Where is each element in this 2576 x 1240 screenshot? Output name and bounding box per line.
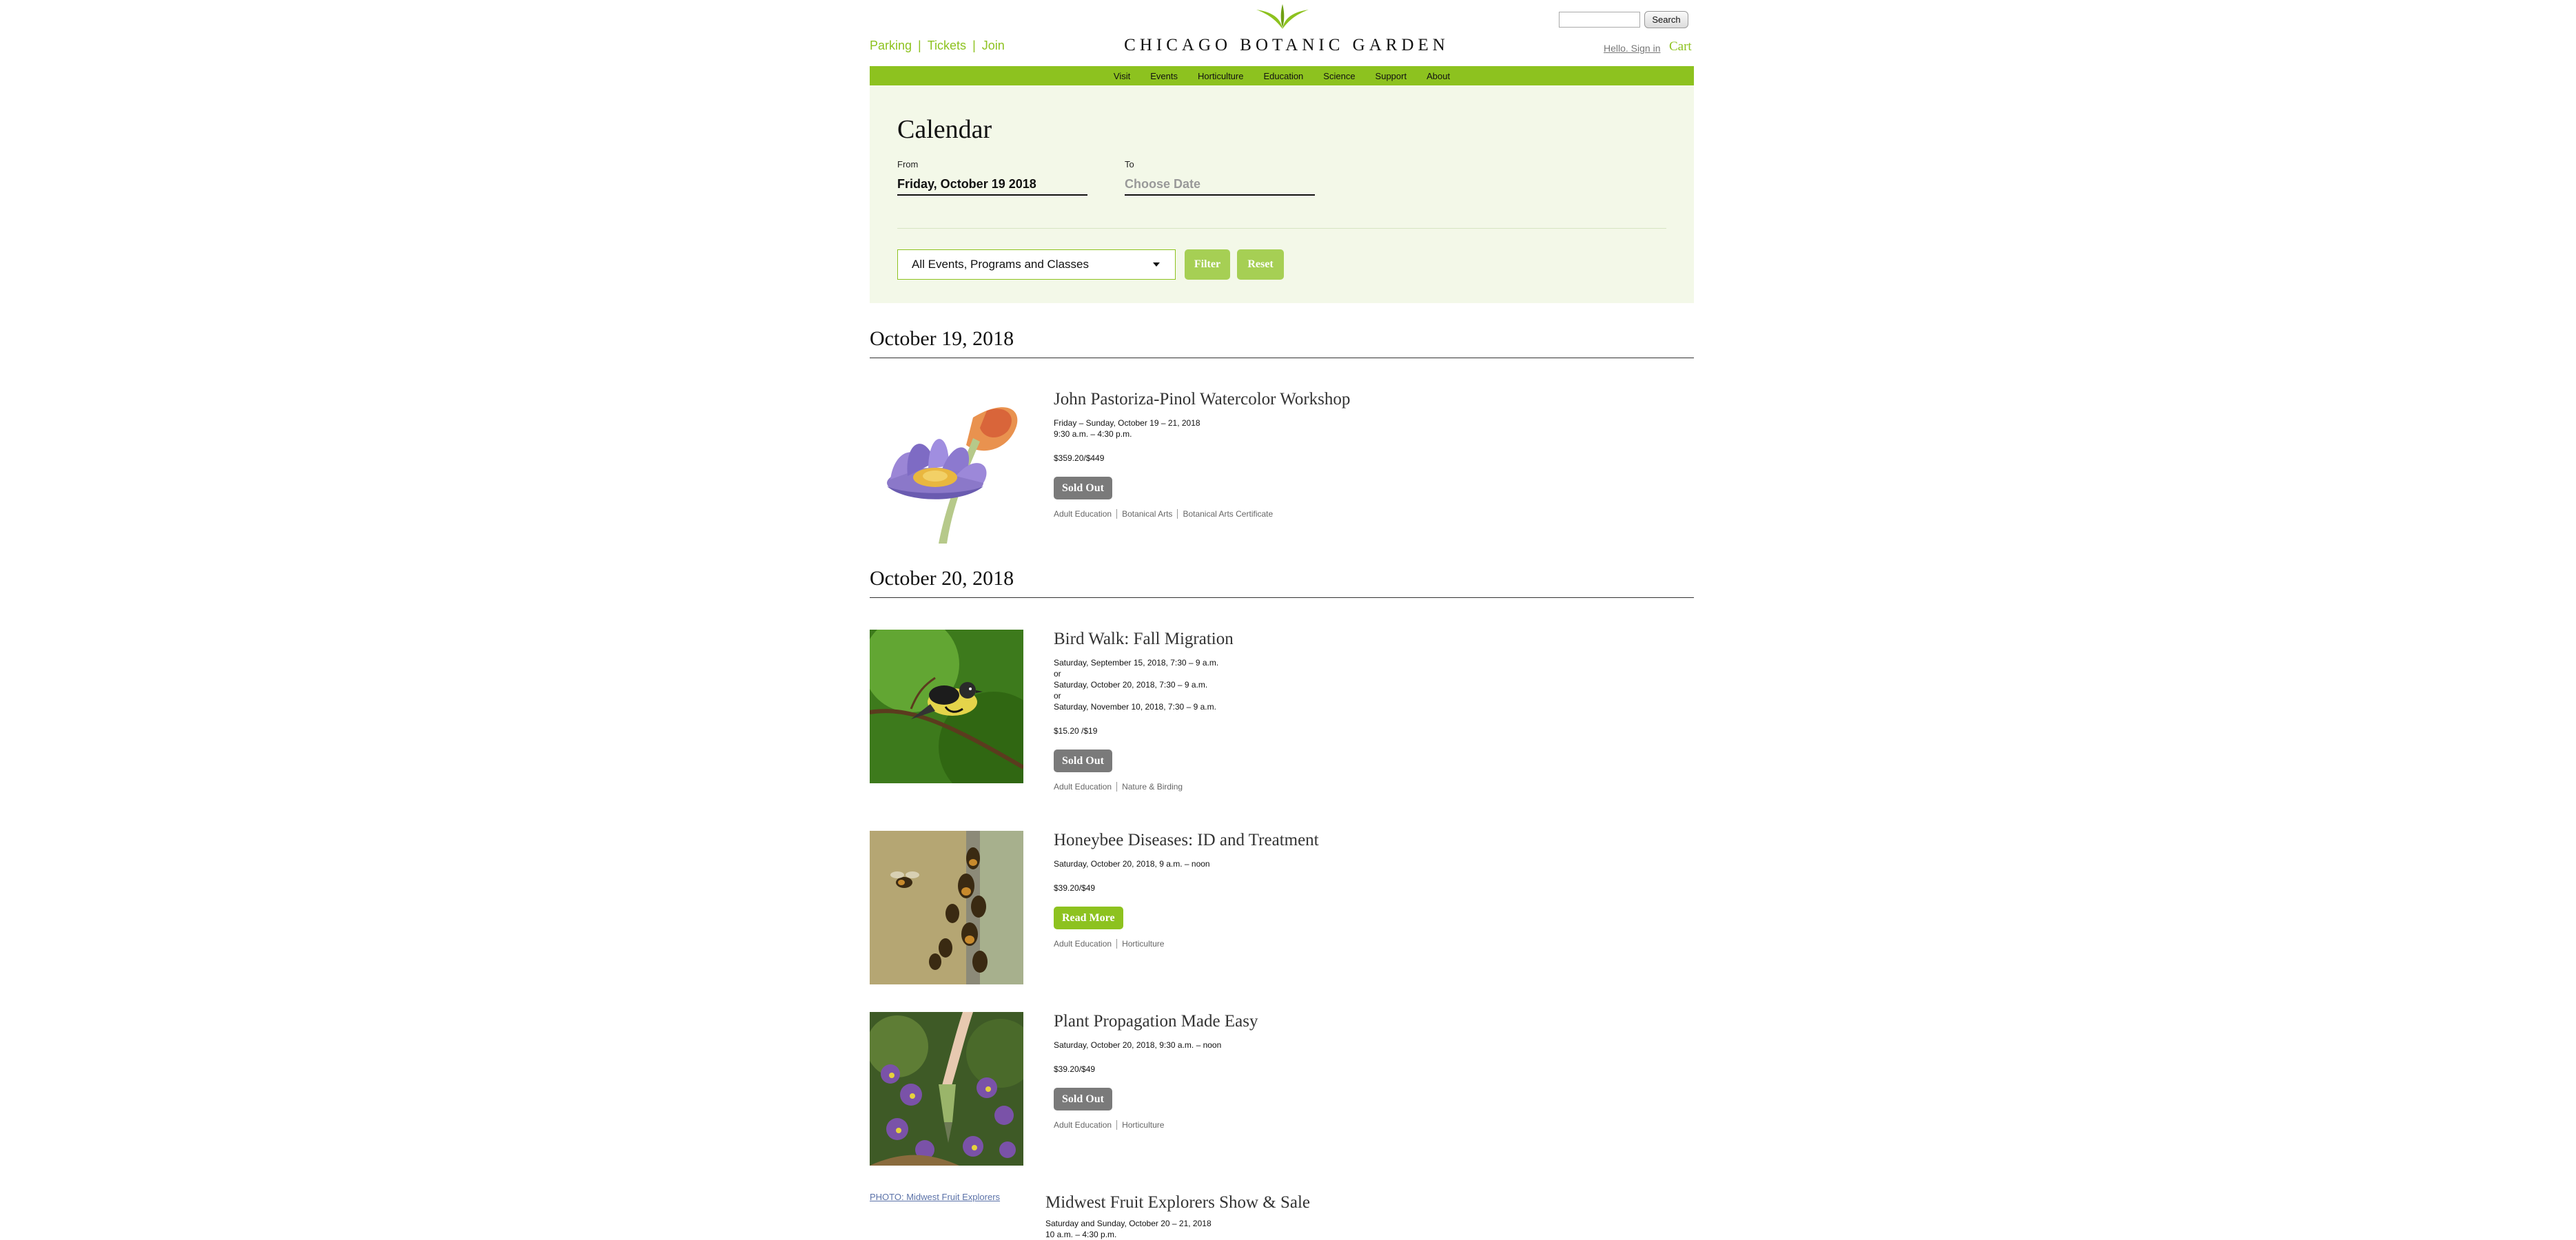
event-date-line: or [1054,669,1061,679]
event-tags: Adult Education Horticulture [1054,1120,1674,1130]
event-type-select[interactable]: All Events, Programs and Classes [897,249,1176,280]
nav-item-support[interactable]: Support [1376,71,1407,81]
event-tag[interactable]: Adult Education [1054,939,1116,949]
event-tags: Adult Education Horticulture [1054,939,1674,949]
divider [897,228,1666,229]
event-image-plant-propagation[interactable] [870,1012,1023,1166]
separator: | [972,39,976,52]
event-tags: Adult Education Botanical Arts Botanical A… [1054,509,1674,519]
event-date-line: Saturday, October 20, 2018, 9:30 a.m. – … [1054,1040,1222,1050]
event-date-line: Saturday, October 20, 2018, 7:30 – 9 a.m… [1054,680,1208,690]
event-tag[interactable]: Botanical Arts [1116,509,1178,519]
tickets-link[interactable]: Tickets [928,39,966,52]
event-tags: Adult Education Nature & Birding [1054,782,1674,792]
event-date-line: or [1054,691,1061,701]
site-logo-text[interactable]: CHICAGO BOTANIC GARDEN [1118,36,1455,55]
search-button[interactable]: Search [1644,11,1688,28]
join-link[interactable]: Join [982,39,1005,52]
nav-item-visit[interactable]: Visit [1114,71,1130,81]
event-date-line: Saturday, November 10, 2018, 7:30 – 9 a.… [1054,702,1216,712]
caret-down-icon [1153,262,1160,267]
date-heading: October 20, 2018 [870,567,1694,598]
main-nav: Visit Events Horticulture Education Scie… [870,66,1694,85]
event-title[interactable]: Bird Walk: Fall Migration [1054,630,1674,649]
event-tag[interactable]: Horticulture [1116,1120,1169,1130]
event-image-warbler[interactable] [870,630,1023,783]
cart-link[interactable]: Cart [1669,39,1692,54]
event-price: $39.20/$49 [1054,883,1096,893]
event-title[interactable]: John Pastoriza-Pinol Watercolor Workshop [1054,390,1674,409]
calendar-filter-panel: Calendar From Friday, October 19 2018 To… [870,85,1694,303]
event-item: Midwest Fruit Explorers Show & Sale Satu… [1045,1193,1666,1240]
filter-button[interactable]: Filter [1185,249,1230,280]
site-header: Parking | Tickets | Join CHICAGO BOTANIC GAR… [870,0,1694,66]
event-title[interactable]: Midwest Fruit Explorers Show & Sale [1045,1193,1666,1212]
event-time-line: 10 a.m. – 4:30 p.m. [1045,1230,1117,1239]
event-title[interactable]: Honeybee Diseases: ID and Treatment [1054,831,1674,850]
page-title: Calendar [897,115,992,144]
event-tag[interactable]: Horticulture [1116,939,1169,949]
read-more-button[interactable]: Read More [1054,907,1123,929]
event-type-select-value: All Events, Programs and Classes [912,258,1089,271]
event-date-line: Saturday and Sunday, October 20 – 21, 20… [1045,1219,1212,1228]
sold-out-button[interactable]: Sold Out [1054,1088,1112,1110]
utility-links: Parking | Tickets | Join [870,39,1005,53]
event-tag[interactable]: Nature & Birding [1116,782,1188,792]
parking-link[interactable]: Parking [870,39,912,52]
to-label: To [1125,159,1134,169]
event-image-broken[interactable]: PHOTO: Midwest Fruit Explorers [870,1192,1000,1202]
nav-item-horticulture[interactable]: Horticulture [1198,71,1243,81]
event-image-waterlily[interactable] [870,390,1023,544]
signin-link[interactable]: Hello. Sign in [1604,43,1661,54]
event-date-line: Saturday, October 20, 2018, 9 a.m. – noo… [1054,859,1210,869]
leaf-logo-icon[interactable] [1252,3,1313,30]
event-title[interactable]: Plant Propagation Made Easy [1054,1012,1674,1031]
sold-out-button[interactable]: Sold Out [1054,750,1112,772]
reset-button[interactable]: Reset [1237,249,1284,280]
event-price: $359.20/$449 [1054,453,1105,463]
event-tag[interactable]: Botanical Arts Certificate [1177,509,1278,519]
event-image-honeybees[interactable] [870,831,1023,984]
nav-item-science[interactable]: Science [1323,71,1355,81]
sold-out-button[interactable]: Sold Out [1054,477,1112,499]
event-date-line: Saturday, September 15, 2018, 7:30 – 9 a… [1054,658,1219,668]
nav-item-events[interactable]: Events [1150,71,1178,81]
nav-item-education[interactable]: Education [1263,71,1303,81]
from-date-field[interactable]: Friday, October 19 2018 [897,174,1087,196]
event-price: $39.20/$49 [1054,1064,1096,1074]
search-input[interactable] [1559,12,1640,28]
event-tag[interactable]: Adult Education [1054,509,1116,519]
date-heading: October 19, 2018 [870,327,1694,358]
event-price: $15.20 /$19 [1054,726,1098,736]
from-label: From [897,159,919,169]
event-date-line: Friday – Sunday, October 19 – 21, 2018 [1054,418,1200,428]
separator: | [918,39,921,52]
event-tag[interactable]: Adult Education [1054,1120,1116,1130]
event-tag[interactable]: Adult Education [1054,782,1116,792]
to-date-field[interactable]: Choose Date [1125,174,1315,196]
event-time-line: 9:30 a.m. – 4:30 p.m. [1054,429,1132,439]
nav-item-about[interactable]: About [1427,71,1450,81]
